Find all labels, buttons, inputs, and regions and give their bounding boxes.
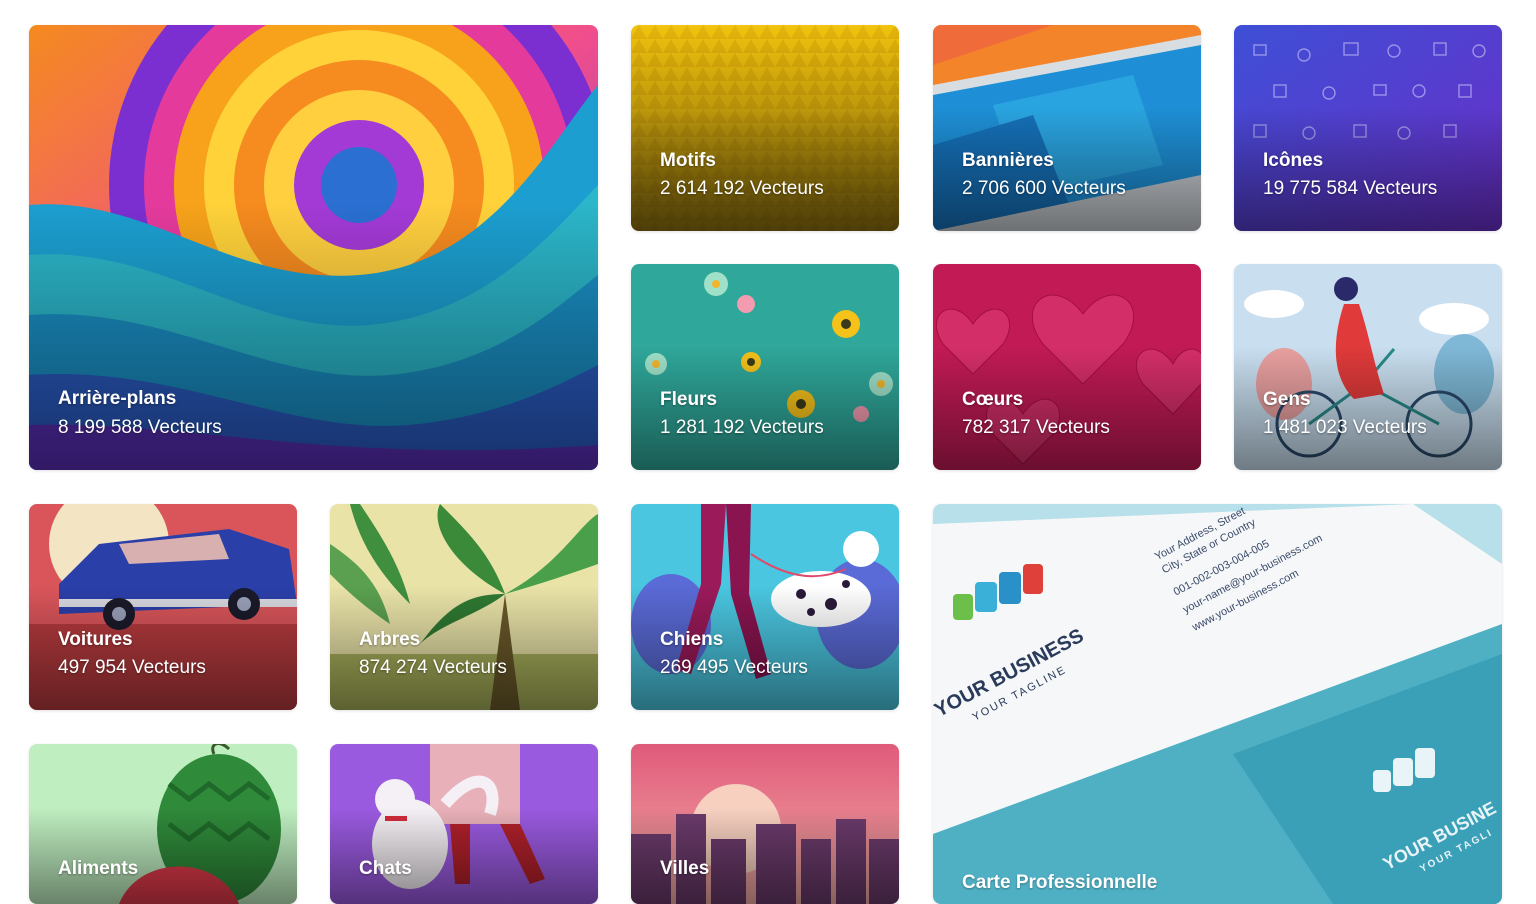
category-card-trees[interactable]: Arbres 874 274 Vecteurs [330, 504, 598, 710]
category-grid: Arrière-plans 8 199 588 Vecteurs Motifs … [0, 0, 1536, 904]
category-title: Bannières [962, 150, 1054, 171]
category-card-cities[interactable]: Villes [631, 744, 899, 904]
category-count: 782 317 Vecteurs [962, 417, 1110, 438]
category-card-food[interactable]: Aliments [29, 744, 297, 904]
category-title: Aliments [58, 858, 139, 879]
category-title: Chats [359, 858, 412, 879]
category-title: Chiens [660, 629, 724, 650]
category-count: 19 775 584 Vecteurs [1263, 178, 1438, 199]
category-count: 2 706 600 Vecteurs [962, 178, 1126, 199]
category-title: Voitures [58, 629, 133, 650]
business-card-image: YOUR BUSINESS YOUR TAGLINE Your Address,… [933, 504, 1502, 904]
card-overlay [29, 808, 297, 904]
category-count: 269 495 Vecteurs [660, 657, 808, 678]
category-card-banners[interactable]: Bannières 2 706 600 Vecteurs [933, 25, 1201, 231]
category-title: Villes [660, 858, 710, 879]
category-card-patterns[interactable]: Motifs 2 614 192 Vecteurs [631, 25, 899, 231]
category-card-hearts[interactable]: Cœurs 782 317 Vecteurs [933, 264, 1201, 470]
category-card-icons[interactable]: Icônes 19 775 584 Vecteurs [1234, 25, 1502, 231]
category-title: Cœurs [962, 389, 1024, 410]
category-card-cars[interactable]: Voitures 497 954 Vecteurs [29, 504, 297, 710]
category-card-dogs[interactable]: Chiens 269 495 Vecteurs [631, 504, 899, 710]
category-title: Fleurs [660, 389, 718, 410]
category-count: 2 614 192 Vecteurs [660, 178, 824, 199]
category-title: Arrière-plans [58, 388, 177, 409]
card-overlay [330, 808, 598, 904]
category-title: Icônes [1263, 150, 1324, 171]
category-card-business-card[interactable]: YOUR BUSINESS YOUR TAGLINE Your Address,… [933, 504, 1502, 904]
category-title: Motifs [660, 150, 716, 171]
category-count: 1 281 192 Vecteurs [660, 417, 824, 438]
category-count: 497 954 Vecteurs [58, 657, 206, 678]
category-count: 874 274 Vecteurs [359, 657, 507, 678]
category-card-cats[interactable]: Chats [330, 744, 598, 904]
category-count: 8 199 588 Vecteurs [58, 417, 222, 438]
category-title: Arbres [359, 629, 421, 650]
card-overlay [631, 808, 899, 904]
category-count: 1 481 023 Vecteurs [1263, 417, 1427, 438]
category-card-flowers[interactable]: Fleurs 1 281 192 Vecteurs [631, 264, 899, 470]
category-card-people[interactable]: Gens 1 481 023 Vecteurs [1234, 264, 1502, 470]
category-title: Gens [1263, 389, 1311, 410]
category-card-backgrounds[interactable]: Arrière-plans 8 199 588 Vecteurs [29, 25, 598, 470]
